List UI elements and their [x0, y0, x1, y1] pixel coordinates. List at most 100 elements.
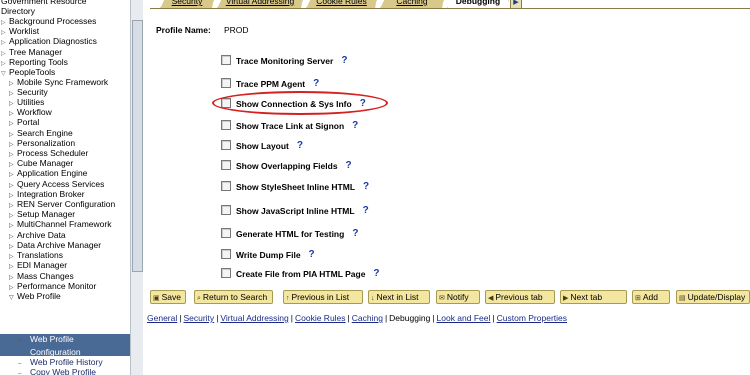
nav-item-label: Portal	[17, 117, 40, 127]
down-arrow-icon: ↓	[371, 295, 375, 302]
tab-virtual-addressing[interactable]: Virtual Addressing	[217, 0, 303, 9]
tab-label: Debugging	[455, 0, 501, 6]
nav-item-label: Web Profile	[30, 334, 74, 344]
nav-item-personalization[interactable]: ▷ Personalization	[9, 138, 75, 148]
checkbox-show-javascript-inline-html[interactable]	[221, 204, 231, 215]
nav-item-background-processes[interactable]: ▷ Background Processes	[1, 16, 96, 26]
nav-item-web-profile-configuration[interactable]: – Web Profile Configuration	[18, 334, 81, 357]
option-show-layout: Show Layout?	[221, 139, 303, 151]
nav-scrollbar-thumb[interactable]	[132, 20, 143, 272]
profile-name-value: PROD	[224, 25, 249, 35]
previous-in-list-button[interactable]: ↑ Previous in List	[283, 290, 363, 304]
checkbox-write-dump-file[interactable]	[221, 248, 231, 259]
nav-item-utilities[interactable]: ▷ Utilities	[9, 97, 44, 107]
nav-item-portal[interactable]: ▷ Portal	[9, 117, 39, 127]
page-link-look-and-feel[interactable]: Look and Feel	[437, 313, 491, 323]
nav-item-label: Configuration	[30, 347, 81, 357]
nav-item-edi-manager[interactable]: ▷ EDI Manager	[9, 260, 67, 270]
nav-item-web-profile-history[interactable]: – Web Profile History	[18, 357, 103, 367]
option-trace-ppm-agent: Trace PPM Agent?	[221, 77, 319, 89]
help-icon[interactable]: ?	[346, 160, 352, 171]
checkbox-trace-monitoring-server[interactable]	[221, 54, 231, 65]
option-show-stylesheet-inline-html: Show StyleSheet Inline HTML?	[221, 180, 369, 192]
button-label: Add	[642, 292, 658, 302]
tab-security[interactable]: Security	[160, 0, 214, 9]
nav-item-copy-web-profile[interactable]: – Copy Web Profile	[18, 367, 96, 375]
nav-item-application-engine[interactable]: ▷ Application Engine	[9, 168, 87, 178]
nav-item-label: Reporting Tools	[9, 57, 68, 67]
page-link-security[interactable]: Security	[183, 313, 214, 323]
help-icon[interactable]: ?	[363, 181, 369, 192]
nav-item-web-profile[interactable]: ▽ Web Profile	[9, 291, 61, 301]
tab-debugging[interactable]: Debugging	[447, 0, 509, 9]
update-display-button[interactable]: ▤ Update/Display	[676, 290, 750, 304]
help-icon[interactable]: ?	[352, 228, 358, 239]
help-icon[interactable]: ?	[373, 268, 379, 279]
nav-item-reporting-tools[interactable]: ▷ Reporting Tools	[1, 57, 68, 67]
nav-item-tree-manager[interactable]: ▷ Tree Manager	[1, 47, 62, 57]
tab-label: Virtual Addressing	[225, 0, 295, 6]
help-icon[interactable]: ?	[309, 249, 315, 260]
page-link-cookie-rules[interactable]: Cookie Rules	[295, 313, 346, 323]
return-to-search-button[interactable]: ⌕ Return to Search	[194, 290, 273, 304]
nav-item-worklist[interactable]: ▷ Worklist	[1, 26, 39, 36]
option-trace-monitoring-server: Trace Monitoring Server?	[221, 54, 347, 66]
save-button[interactable]: ▣ Save	[150, 290, 186, 304]
option-label: Trace PPM Agent	[236, 78, 306, 89]
nav-item-setup-manager[interactable]: ▷ Setup Manager	[9, 209, 75, 219]
nav-item-data-archive-manager[interactable]: ▷ Data Archive Manager	[9, 240, 101, 250]
tab-scroll-next-icon[interactable]: ▶	[510, 0, 522, 9]
next-in-list-button[interactable]: ↓ Next in List	[368, 290, 430, 304]
nav-item-query-access-services[interactable]: ▷ Query Access Services	[9, 179, 104, 189]
checkbox-show-layout[interactable]	[221, 139, 231, 150]
nav-item-multichannel-framework[interactable]: ▷ MultiChannel Framework	[9, 219, 111, 229]
nav-item-label: MultiChannel Framework	[17, 219, 112, 229]
checkbox-show-trace-link-at-signon[interactable]	[221, 119, 231, 130]
nav-item-mass-changes[interactable]: ▷ Mass Changes	[9, 271, 74, 281]
nav-item-directory[interactable]: Directory	[1, 6, 35, 16]
help-icon[interactable]: ?	[363, 205, 369, 216]
help-icon[interactable]: ?	[313, 78, 319, 89]
notify-button[interactable]: ✉ Notify	[436, 290, 480, 304]
checkbox-generate-html-for-testing[interactable]	[221, 227, 231, 238]
option-label: Create File from PIA HTML Page	[236, 268, 366, 279]
page-link-custom-properties[interactable]: Custom Properties	[497, 313, 567, 323]
nav-item-search-engine[interactable]: ▷ Search Engine	[9, 128, 73, 138]
option-label: Show Trace Link at Signon	[236, 120, 345, 131]
checkbox-show-stylesheet-inline-html[interactable]	[221, 180, 231, 191]
checkbox-show-overlapping-fields[interactable]	[221, 159, 231, 170]
page-link-general[interactable]: General	[147, 313, 177, 323]
tab-cookie-rules[interactable]: Cookie Rules	[306, 0, 377, 9]
checkbox-trace-ppm-agent[interactable]	[221, 77, 231, 88]
nav-item-label: PeopleTools	[9, 67, 56, 77]
nav-item-translations[interactable]: ▷ Translations	[9, 250, 63, 260]
nav-item-performance-monitor[interactable]: ▷ Performance Monitor	[9, 281, 96, 291]
profile-name-label: Profile Name:	[156, 25, 211, 35]
page-link-caching[interactable]: Caching	[352, 313, 383, 323]
nav-item-ren-server-configuration[interactable]: ▷ REN Server Configuration	[9, 199, 115, 209]
save-icon: ▣	[153, 295, 160, 302]
nav-item-mobile-sync-framework[interactable]: ▷ Mobile Sync Framework	[9, 77, 108, 87]
checkbox-create-file-from-pia-html-page[interactable]	[221, 267, 231, 278]
nav-item-workflow[interactable]: ▷ Workflow	[9, 107, 52, 117]
nav-scrollbar[interactable]	[130, 0, 143, 375]
button-label: Return to Search	[202, 292, 268, 302]
nav-item-cube-manager[interactable]: ▷ Cube Manager	[9, 158, 73, 168]
help-icon[interactable]: ?	[341, 55, 347, 66]
nav-item-process-scheduler[interactable]: ▷ Process Scheduler	[9, 148, 88, 158]
add-button[interactable]: ⊞ Add	[632, 290, 670, 304]
option-show-javascript-inline-html: Show JavaScript Inline HTML?	[221, 204, 369, 216]
next-tab-button[interactable]: ▶ Next tab	[560, 290, 627, 304]
nav-item-archive-data[interactable]: ▷ Archive Data	[9, 230, 66, 240]
previous-tab-button[interactable]: ◀ Previous tab	[485, 290, 555, 304]
nav-item-security[interactable]: ▷ Security	[9, 87, 48, 97]
nav-item-peopletools[interactable]: ▽ PeopleTools	[1, 67, 55, 77]
page-link-virtual-addressing[interactable]: Virtual Addressing	[220, 313, 288, 323]
help-icon[interactable]: ?	[352, 120, 358, 131]
tab-caching[interactable]: Caching	[380, 0, 444, 9]
nav-item-application-diagnostics[interactable]: ▷ Application Diagnostics	[1, 36, 97, 46]
nav-item-label: Translations	[17, 250, 63, 260]
help-icon[interactable]: ?	[297, 140, 303, 151]
nav-item-integration-broker[interactable]: ▷ Integration Broker	[9, 189, 85, 199]
nav-item-label: Cube Manager	[17, 158, 74, 168]
